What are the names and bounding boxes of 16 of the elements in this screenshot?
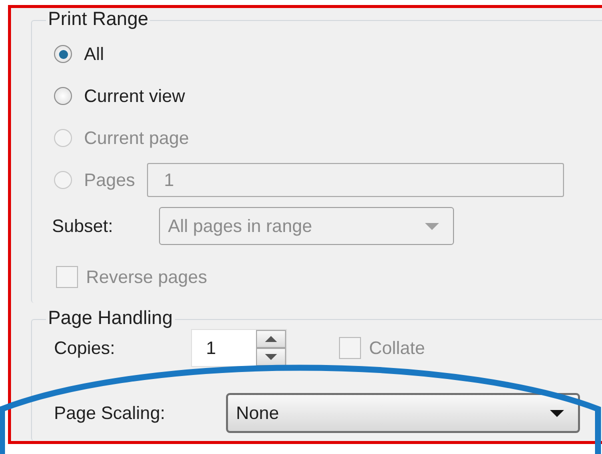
caret-icon — [425, 222, 439, 230]
page-scaling-dropdown[interactable]: None — [226, 393, 580, 433]
radio-button[interactable] — [54, 87, 72, 105]
option-label: All — [84, 44, 104, 64]
page-scaling-label: Page Scaling: — [54, 402, 166, 424]
radio-button[interactable] — [54, 45, 72, 63]
checkbox-label: Reverse pages — [86, 266, 208, 288]
option-label: Current page — [84, 128, 190, 148]
caret-icon — [550, 410, 564, 416]
option-label: Current view — [84, 86, 186, 106]
group-title: Page Handling — [46, 308, 175, 330]
option-label: Pages — [84, 170, 136, 190]
group-title: Print Range — [46, 9, 150, 31]
checkbox-label: Collate — [369, 338, 426, 358]
subset-label: Subset: — [52, 216, 114, 236]
copies-label: Copies: — [54, 338, 116, 358]
